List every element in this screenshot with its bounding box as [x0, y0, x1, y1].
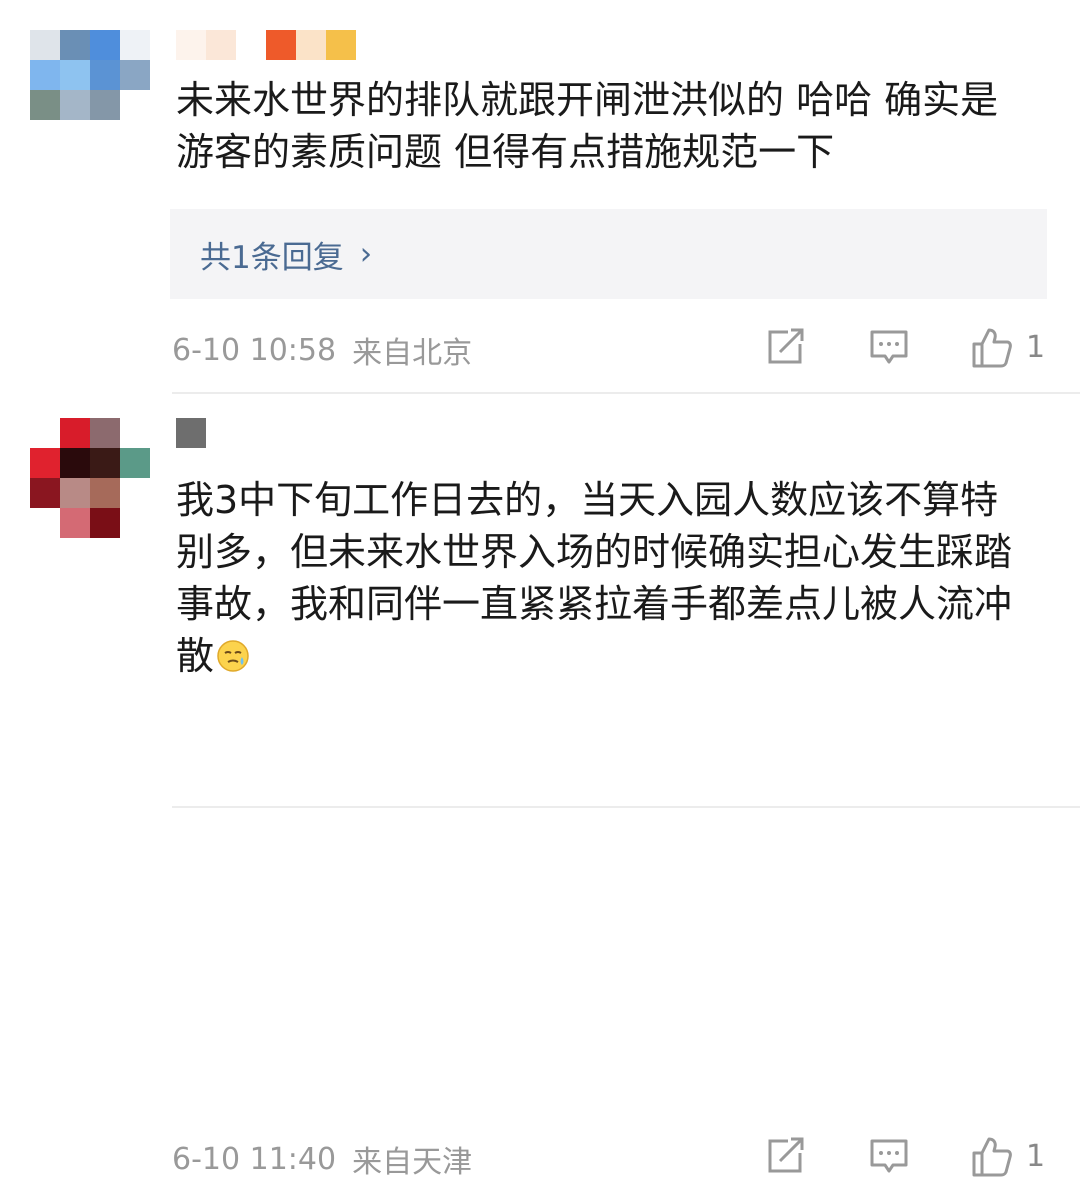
- avatar-mosaic-cell: [60, 90, 90, 120]
- comment-location: 来自北京: [352, 336, 473, 371]
- avatar-mosaic-cell: [120, 120, 150, 150]
- avatar-mosaic-cell: [90, 508, 120, 538]
- replies-link[interactable]: 共1条回复 ›: [170, 209, 1047, 299]
- comment-text: 我3中下旬工作日去的，当天入园人数应该不算特别多，但未来水世界入场的时候确实担心…: [176, 474, 1036, 682]
- repost-button[interactable]: [764, 1135, 806, 1177]
- comment-icon: [870, 1139, 908, 1173]
- username[interactable]: [176, 30, 356, 60]
- repost-icon: [768, 328, 804, 364]
- like-button[interactable]: 1: [970, 326, 1045, 370]
- avatar-mosaic-cell: [120, 448, 150, 478]
- comment-location: 来自天津: [352, 1145, 473, 1180]
- like-button[interactable]: 1: [970, 1135, 1045, 1179]
- chevron-right-icon: ›: [359, 236, 373, 272]
- username-mosaic-cell: [236, 30, 266, 60]
- avatar-mosaic-cell: [120, 478, 150, 508]
- avatar-mosaic-cell: [30, 448, 60, 478]
- username[interactable]: [176, 418, 206, 448]
- comment-time: 6-10 10:58: [172, 332, 337, 368]
- avatar-mosaic-cell: [90, 120, 120, 150]
- username-mosaic-cell: [176, 30, 206, 60]
- avatar-mosaic-cell: [30, 120, 60, 150]
- comment-meta: 6-10 11:40 来自天津: [172, 1137, 472, 1181]
- avatar-mosaic-cell: [90, 478, 120, 508]
- avatar-mosaic-cell: [30, 418, 60, 448]
- avatar-mosaic-cell: [60, 418, 90, 448]
- comment-text-body: 我3中下旬工作日去的，当天入园人数应该不算特别多，但未来水世界入场的时候确实担心…: [176, 478, 1013, 678]
- avatar-mosaic-cell: [60, 448, 90, 478]
- username-mosaic-cell: [206, 30, 236, 60]
- avatar-mosaic-cell: [120, 418, 150, 448]
- avatar-mosaic-cell: [30, 30, 60, 60]
- avatar-mosaic-cell: [120, 90, 150, 120]
- avatar-mosaic-cell: [60, 120, 90, 150]
- avatar-mosaic-cell: [30, 478, 60, 508]
- avatar-mosaic-cell: [30, 60, 60, 90]
- comment-item: 未来水世界的排队就跟开闸泄洪似的 哈哈 确实是游客的素质问题 但得有点措施规范一…: [0, 0, 1080, 392]
- avatar-mosaic-cell: [120, 60, 150, 90]
- username-mosaic-cell: [266, 30, 296, 60]
- avatar-mosaic-cell: [90, 90, 120, 120]
- comment-meta: 6-10 10:58 来自北京: [172, 328, 472, 372]
- avatar-mosaic-cell: [30, 90, 60, 120]
- avatar-mosaic-cell: [60, 30, 90, 60]
- username-mosaic-cell: [296, 30, 326, 60]
- username-mosaic-cell: [176, 418, 206, 448]
- avatar[interactable]: [30, 30, 150, 150]
- repost-icon: [768, 1137, 804, 1173]
- username-mosaic-cell: [326, 30, 356, 60]
- comment-item: 我3中下旬工作日去的，当天入园人数应该不算特别多，但未来水世界入场的时候确实担心…: [0, 394, 1080, 1180]
- avatar[interactable]: [30, 418, 150, 538]
- replies-label: 共1条回复: [200, 239, 344, 276]
- comment-button[interactable]: [868, 326, 910, 368]
- comment-button[interactable]: [868, 1135, 910, 1177]
- like-icon: [972, 1137, 1012, 1177]
- comment-icon: [870, 330, 908, 364]
- divider: [172, 806, 1080, 808]
- avatar-mosaic-cell: [30, 508, 60, 538]
- like-icon: [972, 328, 1012, 368]
- comment-time: 6-10 11:40: [172, 1141, 337, 1177]
- avatar-mosaic-cell: [120, 508, 150, 538]
- avatar-mosaic-cell: [90, 60, 120, 90]
- like-count: 1: [1026, 1139, 1046, 1174]
- avatar-mosaic-cell: [90, 30, 120, 60]
- avatar-mosaic-cell: [60, 478, 90, 508]
- repost-button[interactable]: [764, 326, 806, 368]
- like-count: 1: [1026, 330, 1046, 365]
- avatar-mosaic-cell: [90, 448, 120, 478]
- avatar-mosaic-cell: [90, 418, 120, 448]
- avatar-mosaic-cell: [120, 30, 150, 60]
- avatar-mosaic-cell: [60, 60, 90, 90]
- comment-text: 未来水世界的排队就跟开闸泄洪似的 哈哈 确实是游客的素质问题 但得有点措施规范一…: [176, 78, 999, 174]
- avatar-mosaic-cell: [60, 508, 90, 538]
- sweat-smile-emoji: [217, 640, 249, 672]
